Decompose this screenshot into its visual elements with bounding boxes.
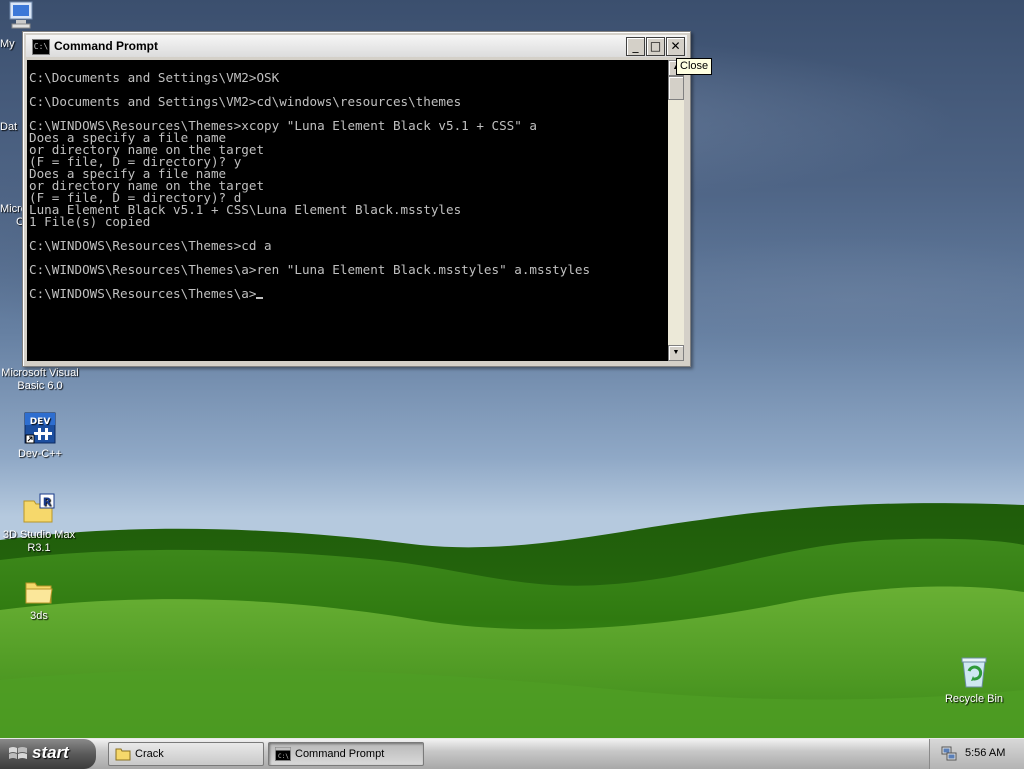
- console-line: C:\Documents and Settings\VM2>cd\windows…: [29, 94, 462, 109]
- svg-text:R: R: [43, 496, 52, 509]
- folder-icon: [115, 748, 131, 761]
- vertical-scrollbar[interactable]: ▲ ▼: [668, 60, 684, 361]
- desktop-icon-recycle-bin[interactable]: Recycle Bin: [934, 655, 1014, 706]
- start-label: start: [32, 743, 69, 762]
- cmd-icon: C:\: [32, 39, 50, 55]
- console-line: C:\WINDOWS\Resources\Themes>cd a: [29, 238, 272, 253]
- window-titlebar[interactable]: C:\ Command Prompt _ □ ✕: [26, 35, 687, 57]
- icon-label: My: [0, 38, 15, 50]
- icon-label: Dat: [0, 121, 18, 133]
- taskbar-button-label: Crack: [135, 748, 164, 760]
- command-prompt-window[interactable]: C:\ Command Prompt _ □ ✕ C:\Documents an…: [22, 31, 691, 367]
- desktop-icon-3ds-folder[interactable]: 3ds: [0, 578, 79, 623]
- dev-cpp-icon: DEV: [24, 412, 56, 444]
- desktop-icon-visual-basic[interactable]: Microsoft Visual Basic 6.0: [0, 367, 80, 393]
- recycle-bin-icon: [961, 657, 987, 688]
- maximize-button[interactable]: □: [646, 37, 665, 56]
- minimize-button[interactable]: _: [626, 37, 645, 56]
- icon-label: 3ds: [30, 610, 48, 622]
- icon-label: Dev-C++: [17, 448, 63, 460]
- console-line: C:\WINDOWS\Resources\Themes\a>: [27, 286, 668, 301]
- taskbar-button-crack[interactable]: Crack: [108, 742, 264, 766]
- taskbar-button-command-prompt[interactable]: C:\ Command Prompt: [268, 742, 424, 766]
- start-button[interactable]: start: [0, 739, 96, 769]
- scroll-thumb[interactable]: [668, 76, 684, 100]
- desktop-icon-data[interactable]: Dat: [0, 121, 24, 134]
- folder-icon: [25, 582, 53, 604]
- computer-icon: [9, 1, 33, 29]
- taskbar: start Crack C:\ Command Prompt 5:56 AM: [0, 738, 1024, 769]
- text-cursor: [256, 297, 264, 299]
- desktop-icon-my-computer-label[interactable]: My: [0, 38, 24, 51]
- desktop-icon-dev-cpp[interactable]: DEV Dev-C++: [0, 412, 80, 461]
- console-output[interactable]: C:\Documents and Settings\VM2>OSK C:\Docu…: [27, 60, 668, 361]
- folder-shortcut-icon: R: [23, 493, 55, 523]
- window-title: Command Prompt: [54, 39, 159, 53]
- icon-label: C: [16, 216, 24, 228]
- system-tray: 5:56 AM: [929, 739, 1024, 769]
- svg-text:C:\: C:\: [278, 753, 289, 760]
- close-tooltip: Close: [676, 58, 713, 75]
- desktop-icon-microsoft[interactable]: Micro C: [0, 203, 27, 229]
- desktop-icon-3d-studio-max[interactable]: R 3D Studio Max R3.1: [0, 493, 79, 555]
- icon-label: Microsoft Visual Basic 6.0: [1, 367, 79, 392]
- taskbar-button-label: Command Prompt: [295, 748, 385, 760]
- desktop-icon-my-computer[interactable]: [2, 0, 38, 34]
- icon-label: 3D Studio Max R3.1: [2, 529, 76, 554]
- clock[interactable]: 5:56 AM: [965, 747, 1005, 759]
- console-line: C:\Documents and Settings\VM2>OSK: [29, 70, 280, 85]
- svg-text:DEV: DEV: [30, 417, 51, 427]
- network-icon[interactable]: [940, 745, 958, 763]
- cmd-icon: C:\: [275, 747, 291, 761]
- close-button[interactable]: ✕: [666, 37, 685, 56]
- scroll-down-arrow[interactable]: ▼: [668, 345, 684, 361]
- console-prompt-text: C:\WINDOWS\Resources\Themes\a>: [29, 286, 257, 301]
- console-line: C:\WINDOWS\Resources\Themes\a>ren "Luna …: [29, 262, 591, 277]
- console-line: 1 File(s) copied: [29, 214, 151, 229]
- windows-logo-icon: [9, 747, 27, 759]
- icon-label: Recycle Bin: [944, 693, 1004, 705]
